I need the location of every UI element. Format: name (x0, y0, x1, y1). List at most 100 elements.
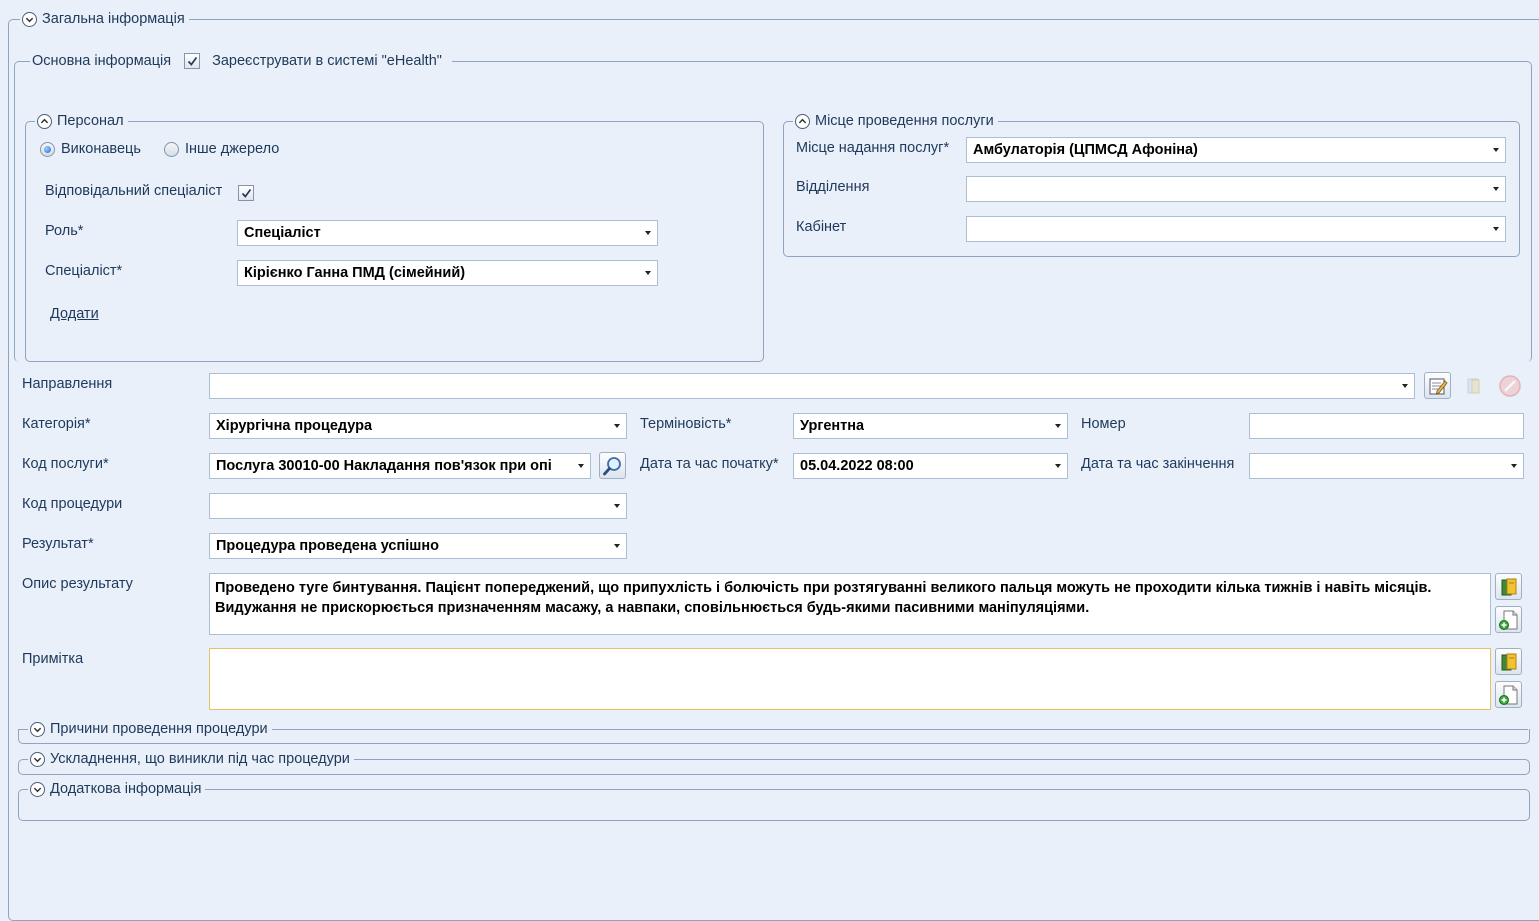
service-code-value: Послуга 30010-00 Накладання пов'язок при… (216, 458, 552, 474)
end-datetime-label: Дата та час закінчення (1081, 456, 1235, 472)
responsible-specialist-checkbox[interactable] (238, 185, 254, 201)
chevron-down-icon[interactable] (614, 544, 620, 548)
result-add-document-button[interactable] (1495, 606, 1522, 633)
general-section-title: Загальна інформація (42, 11, 185, 27)
chevron-down-icon[interactable] (1055, 424, 1061, 428)
service-place-select[interactable]: Амбулаторія (ЦПМСД Афоніна) (966, 137, 1506, 163)
end-datetime-select[interactable] (1249, 453, 1524, 479)
add-specialist-link[interactable]: Додати (50, 305, 99, 323)
expand-up-icon[interactable] (795, 113, 810, 129)
department-select[interactable] (966, 176, 1506, 202)
radio-executor[interactable] (40, 142, 55, 157)
start-datetime-value: 05.04.2022 08:00 (800, 458, 914, 474)
radio-other-source-label[interactable]: Інше джерело (185, 140, 279, 158)
expand-up-icon[interactable] (37, 113, 52, 129)
main-info-header: Основна інформація Зареєструвати в систе… (30, 52, 452, 70)
chevron-down-icon[interactable] (1055, 464, 1061, 468)
urgency-select[interactable]: Ургентна (793, 413, 1068, 439)
specialist-value: Кірієнко Ганна ПМД (сімейний) (244, 265, 466, 281)
service-code-label: Код послуги* (22, 456, 109, 472)
additional-section-header[interactable]: Додаткова інформація (28, 780, 206, 798)
number-input[interactable] (1249, 413, 1524, 439)
chevron-down-icon[interactable] (1493, 187, 1499, 191)
ehealth-label: Зареєструвати в системі "eHealth" (212, 53, 442, 69)
referral-select[interactable] (209, 373, 1415, 399)
chevron-down-icon[interactable] (578, 464, 584, 468)
radio-other-source[interactable] (164, 142, 179, 157)
collapse-icon[interactable] (30, 751, 45, 767)
chevron-down-icon[interactable] (1402, 384, 1408, 388)
result-template-button[interactable] (1495, 573, 1522, 600)
note-add-document-button[interactable] (1495, 681, 1522, 708)
service-code-select[interactable]: Послуга 30010-00 Накладання пов'язок при… (209, 453, 591, 479)
reasons-section-header[interactable]: Причини проведення процедури (28, 720, 272, 738)
radio-executor-label[interactable]: Виконавець (61, 140, 141, 158)
edit-referral-button[interactable] (1424, 372, 1451, 399)
result-label: Результат* (22, 536, 94, 552)
result-value: Процедура проведена успішно (216, 538, 439, 554)
referral-label: Направлення (22, 376, 113, 392)
specialist-select[interactable]: Кірієнко Ганна ПМД (сімейний) (237, 260, 658, 286)
category-label: Категорія* (22, 416, 91, 432)
service-place-label: Місце надання послуг* (796, 140, 950, 156)
role-value: Спеціаліст (244, 225, 321, 241)
cancel-icon (1498, 374, 1521, 397)
note-label: Примітка (22, 651, 84, 667)
add-document-icon (1498, 685, 1517, 705)
procedure-code-label: Код процедури (22, 496, 123, 512)
collapse-icon[interactable] (22, 11, 37, 27)
chevron-down-icon[interactable] (645, 231, 651, 235)
service-search-button[interactable] (599, 452, 626, 479)
additional-section-title: Додаткова інформація (50, 781, 202, 797)
procedure-code-select[interactable] (209, 493, 627, 519)
chevron-down-icon[interactable] (614, 504, 620, 508)
complications-section-title: Ускладнення, що виникли під час процедур… (50, 751, 350, 767)
checkmark-icon (187, 56, 197, 66)
complications-section-header[interactable]: Ускладнення, що виникли під час процедур… (28, 750, 354, 768)
result-select[interactable]: Процедура проведена успішно (209, 533, 627, 559)
checkmark-icon (241, 188, 251, 198)
book-icon (1467, 378, 1479, 393)
chevron-down-icon[interactable] (645, 271, 651, 275)
result-description-label: Опис результату (22, 576, 133, 592)
additional-group-frame (18, 789, 1530, 821)
specialist-label: Спеціаліст* (45, 263, 123, 279)
note-template-button[interactable] (1495, 648, 1522, 675)
chevron-down-icon[interactable] (1493, 148, 1499, 152)
category-select[interactable]: Хірургічна процедура (209, 413, 627, 439)
collapse-icon[interactable] (30, 781, 45, 797)
start-datetime-select[interactable]: 05.04.2022 08:00 (793, 453, 1068, 479)
department-label: Відділення (796, 179, 870, 195)
template-book-icon (1501, 653, 1516, 670)
main-info-title: Основна інформація (32, 53, 172, 69)
reasons-section-title: Причини проведення процедури (50, 721, 268, 737)
cabinet-select[interactable] (966, 216, 1506, 242)
chevron-down-icon[interactable] (1511, 464, 1517, 468)
referral-cancel-button[interactable] (1496, 372, 1523, 399)
role-select[interactable]: Спеціаліст (237, 220, 658, 246)
ehealth-checkbox[interactable] (184, 53, 201, 69)
referral-book-button[interactable] (1460, 372, 1487, 399)
role-label: Роль* (45, 223, 84, 239)
personnel-section-title: Персонал (57, 113, 124, 129)
note-textarea[interactable] (209, 648, 1491, 710)
chevron-down-icon[interactable] (614, 424, 620, 428)
collapse-icon[interactable] (30, 721, 45, 737)
category-value: Хірургічна процедура (216, 418, 373, 434)
location-section-header[interactable]: Місце проведення послуги (793, 112, 998, 130)
urgency-value: Ургентна (800, 418, 865, 434)
general-section-header[interactable]: Загальна інформація (20, 10, 189, 28)
cabinet-label: Кабінет (796, 219, 847, 235)
result-description-textarea[interactable]: Проведено туге бинтування. Пацієнт попер… (209, 573, 1491, 635)
chevron-down-icon[interactable] (1493, 227, 1499, 231)
add-document-icon (1498, 610, 1517, 630)
location-section-title: Місце проведення послуги (815, 113, 994, 129)
template-book-icon (1501, 578, 1516, 595)
responsible-specialist-label: Відповідальний спеціаліст (45, 183, 223, 199)
result-description-value: Проведено туге бинтування. Пацієнт попер… (215, 580, 1432, 616)
magnifier-icon (602, 456, 621, 475)
personnel-section-header[interactable]: Персонал (35, 112, 128, 130)
service-place-value: Амбулаторія (ЦПМСД Афоніна) (973, 142, 1198, 158)
edit-referral-icon (1429, 378, 1448, 394)
start-datetime-label: Дата та час початку* (640, 456, 779, 472)
